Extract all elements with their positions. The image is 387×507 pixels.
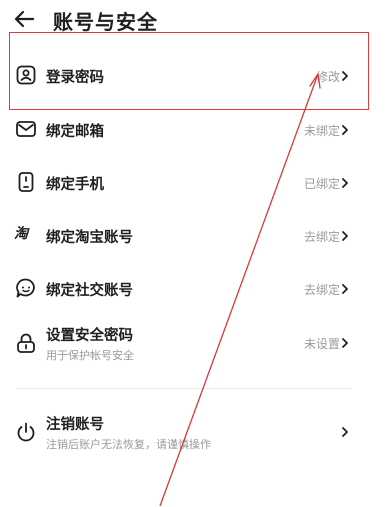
- row-cancel-account[interactable]: 注销账号 注销后账户无法恢复，请谨慎操作: [0, 407, 387, 457]
- row-label: 绑定社交账号: [46, 283, 133, 299]
- row-status: 去绑定: [303, 230, 340, 244]
- taobao-icon: 淘: [14, 226, 28, 242]
- row-label: 设置安全密码: [46, 328, 133, 344]
- row-set-security-password[interactable]: 设置安全密码 用于保护帐号安全 未设置: [0, 318, 387, 368]
- row-bind-phone[interactable]: 绑定手机 已绑定: [0, 164, 387, 200]
- power-icon: [17, 422, 35, 442]
- row-status: 已绑定: [303, 177, 340, 191]
- chevron-right-icon: [342, 178, 348, 188]
- row-subtitle: 注销后账户无法恢复，请谨慎操作: [46, 438, 211, 451]
- chevron-right-icon: [342, 231, 348, 241]
- chevron-right-icon: [342, 125, 348, 135]
- phone-icon: [18, 172, 34, 192]
- row-label: 注销账号: [46, 417, 104, 433]
- row-subtitle: 用于保护帐号安全: [46, 349, 134, 362]
- chat-bubble-icon: [16, 278, 35, 298]
- divider: [16, 388, 352, 389]
- chevron-right-icon: [342, 427, 348, 437]
- row-bind-social[interactable]: 绑定社交账号 去绑定: [0, 270, 387, 306]
- lock-icon: [17, 333, 35, 353]
- header-bar: 账号与安全: [0, 0, 387, 36]
- chevron-right-icon: [342, 338, 348, 348]
- row-label: 绑定邮箱: [46, 124, 104, 140]
- row-label: 绑定淘宝账号: [46, 230, 133, 246]
- chevron-right-icon: [342, 284, 348, 294]
- row-bind-email[interactable]: 绑定邮箱 未绑定: [0, 111, 387, 147]
- row-status: 未设置: [303, 337, 340, 351]
- row-status: 去绑定: [303, 283, 340, 297]
- arrow-left-icon[interactable]: [12, 7, 36, 31]
- mail-icon: [16, 121, 36, 137]
- row-label: 绑定手机: [46, 177, 104, 193]
- row-bind-taobao[interactable]: 淘 绑定淘宝账号 去绑定: [0, 217, 387, 253]
- page-title: 账号与安全: [53, 10, 158, 34]
- row-status: 未绑定: [303, 124, 340, 138]
- highlight-box: [9, 32, 369, 110]
